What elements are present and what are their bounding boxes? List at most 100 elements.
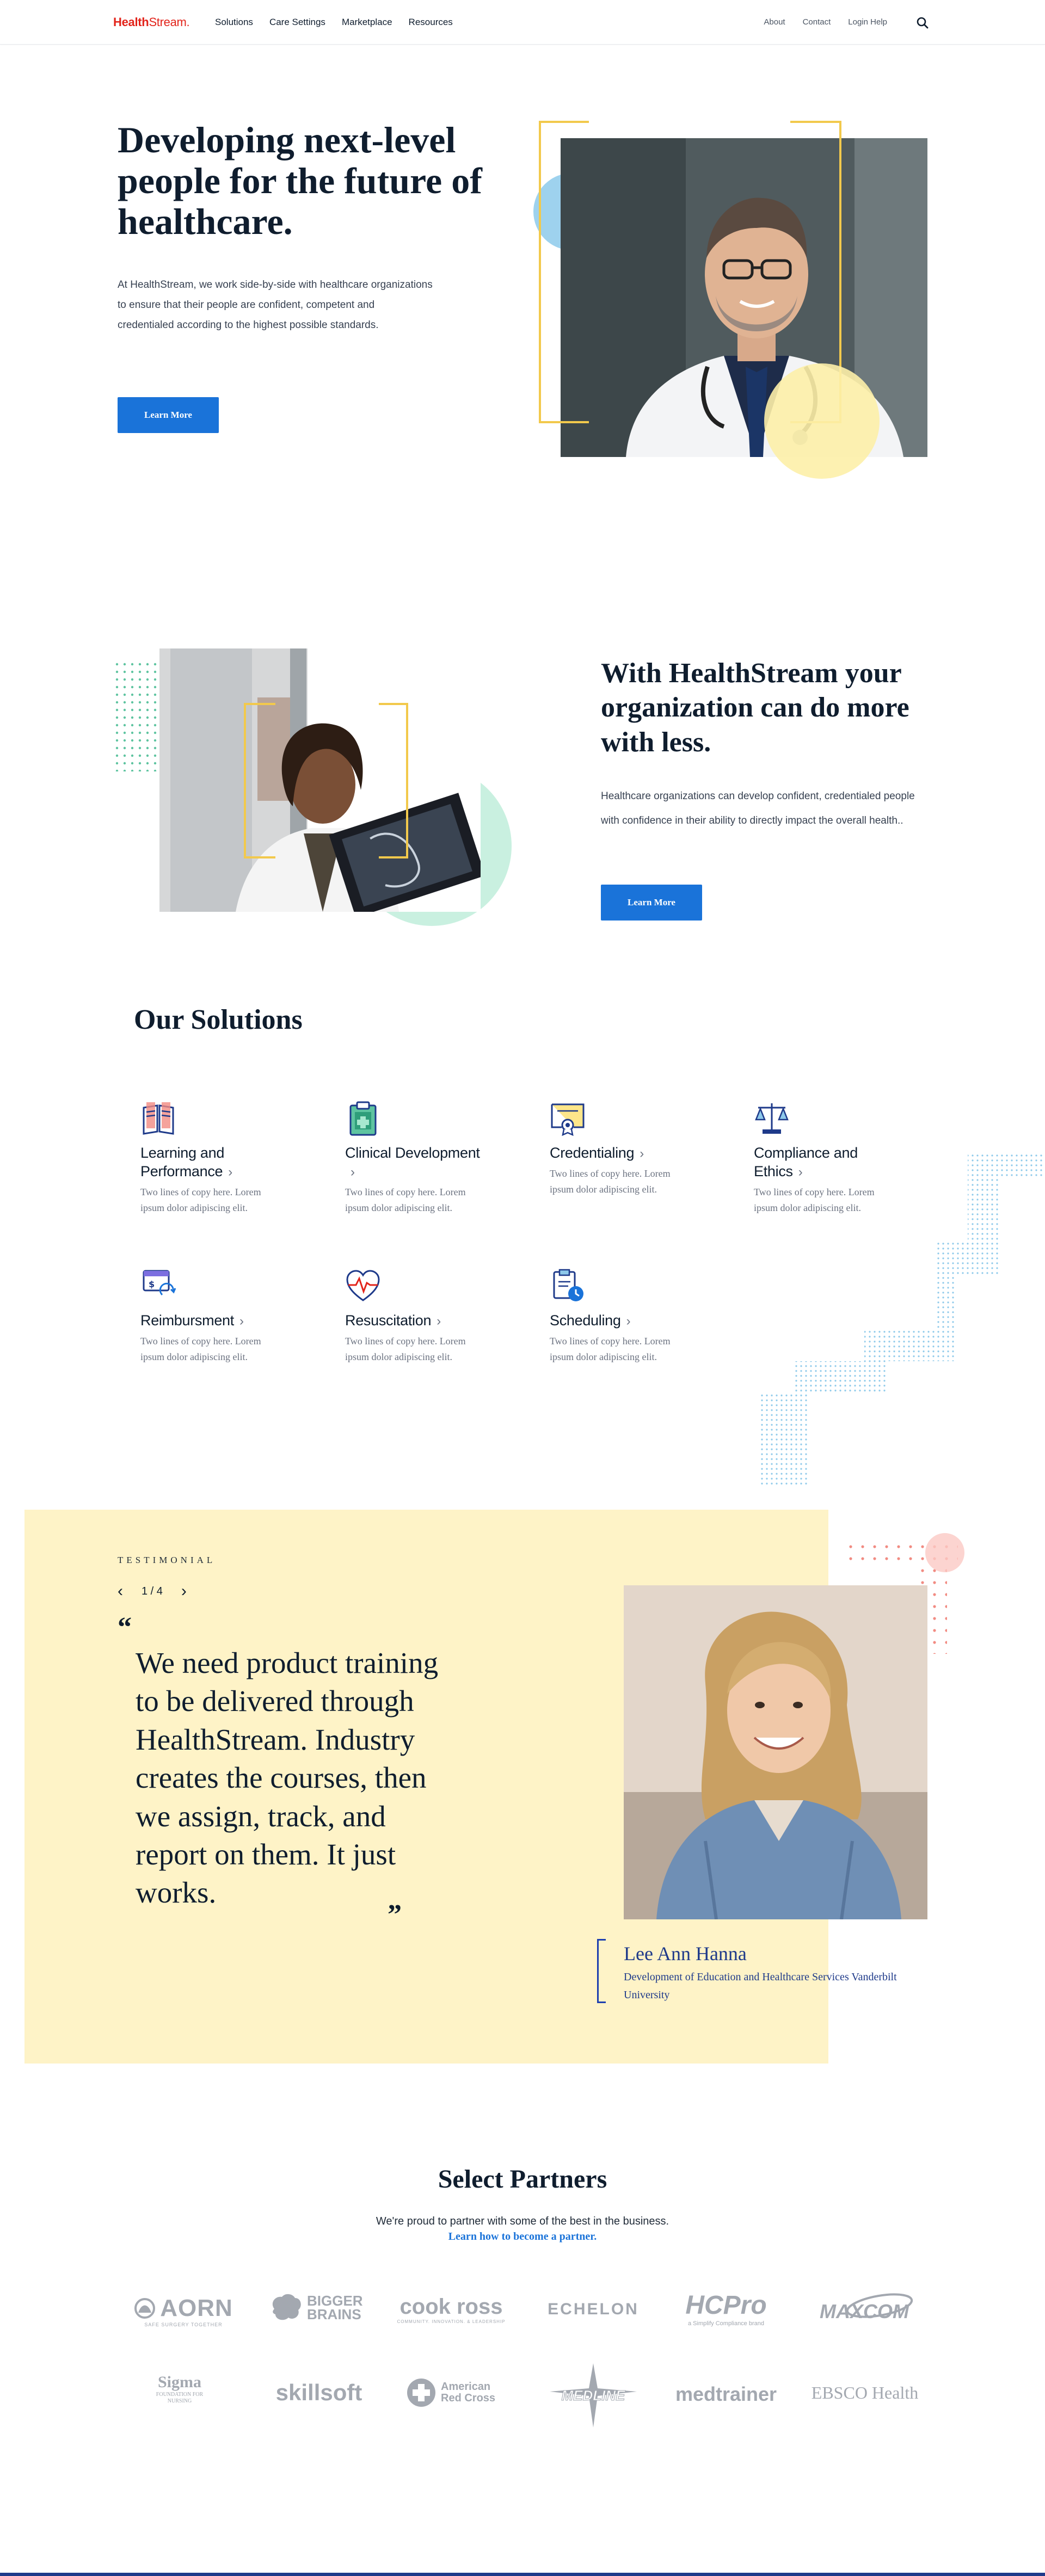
partner-logo-hcpro: HCPro a Simplify Compliance brand (673, 2290, 779, 2327)
solution-card-clinical-development[interactable]: Clinical Development › Two lines of copy … (345, 1100, 487, 1216)
partner-logo-ebsco: EBSCO Health (808, 2383, 922, 2403)
chevron-left-icon[interactable]: ‹ (118, 1583, 123, 1599)
nav-link-marketplace[interactable]: Marketplace (342, 17, 392, 28)
solution-description: Two lines of copy here. Lorem ipsum dolo… (754, 1186, 875, 1214)
testimonial-quote: We need product training to be delivered… (136, 1646, 439, 1910)
close-quote-icon: ” (388, 1899, 402, 1930)
solution-card-reimbursment[interactable]: $ Reimbursment › Two lines of copy here. … (140, 1268, 282, 1366)
maxcom-wordmark: MAXCOM (820, 2300, 909, 2322)
nav-link-about[interactable]: About (764, 17, 785, 27)
section2-gold-bracket-left (244, 703, 275, 858)
partner-logo-sigma: Sigma FOUNDATION FOR NURSING (147, 2373, 212, 2405)
red-cross-icon (407, 2379, 435, 2407)
echelon-wordmark: ECHELON (548, 2300, 639, 2318)
partner-logo-maxcom: MAXCOM (814, 2293, 918, 2326)
partners-subtitle: We're proud to partner with some of the … (376, 2215, 669, 2227)
testimonial-author-role: Development of Education and Healthcare … (624, 1971, 897, 2001)
heartbeat-icon (346, 1270, 380, 1301)
hero-gold-bracket-left (539, 121, 589, 423)
red-cross-wordmark: American Red Cross (441, 2381, 496, 2404)
chevron-right-icon: › (239, 1314, 244, 1329)
open-quote-icon: “ (118, 1612, 132, 1643)
partner-logo-skillsoft: skillsoft (269, 2380, 369, 2406)
nav-link-login-help[interactable]: Login Help (848, 17, 887, 27)
partner-logo-medtrainer: medtrainer (671, 2383, 782, 2406)
doctor-xray-illustration (159, 648, 481, 912)
solution-name: Credentialing (550, 1145, 635, 1161)
svg-text:$: $ (149, 1279, 155, 1289)
woman-portrait-illustration (624, 1585, 927, 1919)
chevron-right-icon: › (351, 1164, 355, 1179)
aorn-wordmark: AORN (160, 2295, 233, 2321)
medtrainer-wordmark: medtrainer (675, 2383, 777, 2405)
logo-health-text: Health (113, 15, 149, 29)
aorn-tagline: SAFE SURGERY TOGETHER (144, 2322, 223, 2327)
solution-description: Two lines of copy here. Lorem ipsum dolo… (550, 1335, 671, 1363)
author-bracket (597, 1939, 606, 2003)
hero-learn-more-button[interactable]: Learn More (118, 397, 219, 433)
solution-name: Scheduling (550, 1312, 621, 1329)
solution-name: Reimbursment (140, 1312, 234, 1329)
payment-icon: $ (143, 1270, 176, 1296)
top-nav: HealthStream. Solutions Care Settings Ma… (0, 0, 1045, 45)
become-partner-link[interactable]: Learn how to become a partner. (0, 2231, 1045, 2243)
testimonial-pink-circle (925, 1533, 964, 1572)
solution-description: Two lines of copy here. Lorem ipsum dolo… (140, 1335, 261, 1363)
chevron-right-icon: › (437, 1314, 441, 1329)
solution-card-resuscitation[interactable]: Resuscitation › Two lines of copy here. L… (345, 1268, 487, 1366)
search-icon[interactable] (916, 16, 929, 29)
aorn-emblem-icon (134, 2298, 156, 2319)
bigger-brains-wordmark: BIGGER BRAINS (307, 2293, 363, 2322)
utility-nav: About Contact Login Help (764, 17, 887, 27)
sigma-wordmark: Sigma (157, 2373, 201, 2391)
solution-name: Compliance and Ethics (754, 1145, 858, 1179)
partner-logo-echelon: ECHELON (539, 2300, 648, 2319)
testimonial-page-indicator: 1 / 4 (142, 1585, 163, 1597)
solutions-title: Our Solutions (134, 1004, 303, 1035)
solution-card-scheduling[interactable]: Scheduling › Two lines of copy here. Lore… (550, 1268, 691, 1366)
certificate-icon (551, 1103, 585, 1136)
skillsoft-wordmark: skillsoft (275, 2380, 362, 2405)
clipboard-icon (349, 1101, 377, 1136)
solution-description: Two lines of copy here. Lorem ipsum dolo… (550, 1167, 671, 1195)
nav-link-contact[interactable]: Contact (803, 17, 831, 27)
chevron-right-icon[interactable]: › (181, 1583, 187, 1599)
chevron-right-icon: › (626, 1314, 631, 1329)
hero-body: At HealthStream, we work side-by-side wi… (118, 279, 433, 331)
nav-link-resources[interactable]: Resources (409, 17, 453, 28)
solution-card-learning-performance[interactable]: Learning and Performance › Two lines of c… (140, 1100, 282, 1216)
section2-doctor-photo (159, 648, 481, 912)
partner-logo-medline: MEDLINE (550, 2363, 637, 2427)
sigma-tagline: FOUNDATION FOR NURSING (156, 2392, 204, 2404)
brain-icon (272, 2294, 301, 2320)
nav-link-care-settings[interactable]: Care Settings (269, 17, 325, 28)
chevron-right-icon: › (640, 1146, 644, 1161)
solution-name: Resuscitation (345, 1312, 432, 1329)
logo-stream-text: Stream. (149, 15, 190, 29)
testimonial-pager: ‹ 1 / 4 › (118, 1583, 187, 1599)
medline-wordmark: MEDLINE (561, 2387, 625, 2404)
nav-link-solutions[interactable]: Solutions (215, 17, 253, 28)
solution-description: Two lines of copy here. Lorem ipsum dolo… (345, 1335, 466, 1363)
solution-description: Two lines of copy here. Lorem ipsum dolo… (345, 1186, 466, 1214)
section2-title: With HealthStream your organization can … (601, 658, 909, 758)
schedule-icon (553, 1269, 583, 1301)
hcpro-wordmark: HCPro (685, 2291, 767, 2320)
solution-card-credentialing[interactable]: Credentialing › Two lines of copy here. L… (550, 1100, 691, 1198)
partner-logo-american-red-cross: American Red Cross (406, 2377, 504, 2408)
healthstream-logo[interactable]: HealthStream. (113, 15, 190, 29)
testimonial-author-name: Lee Ann Hanna (624, 1943, 747, 1965)
ebsco-wordmark: EBSCO Health (811, 2383, 919, 2402)
main-nav: Solutions Care Settings Marketplace Reso… (215, 17, 453, 28)
chevron-right-icon: › (798, 1164, 803, 1179)
solution-card-compliance-ethics[interactable]: Compliance and Ethics › Two lines of copy… (754, 1100, 895, 1216)
cook-ross-tagline: COMMUNITY. INNOVATION. & LEADERSHIP (397, 2319, 506, 2324)
partner-logo-bigger-brains: BIGGER BRAINS (269, 2293, 369, 2323)
solution-name: Learning and Performance (140, 1145, 225, 1179)
scales-icon (755, 1103, 789, 1134)
partner-logo-cook-ross: cook ross COMMUNITY. INNOVATION. & LEADE… (394, 2295, 508, 2324)
testimonial-label: TESTIMONIAL (118, 1555, 216, 1565)
hcpro-tagline: a Simplify Compliance brand (687, 2320, 764, 2327)
section2-learn-more-button[interactable]: Learn More (601, 885, 702, 921)
solution-name: Clinical Development (345, 1145, 480, 1161)
